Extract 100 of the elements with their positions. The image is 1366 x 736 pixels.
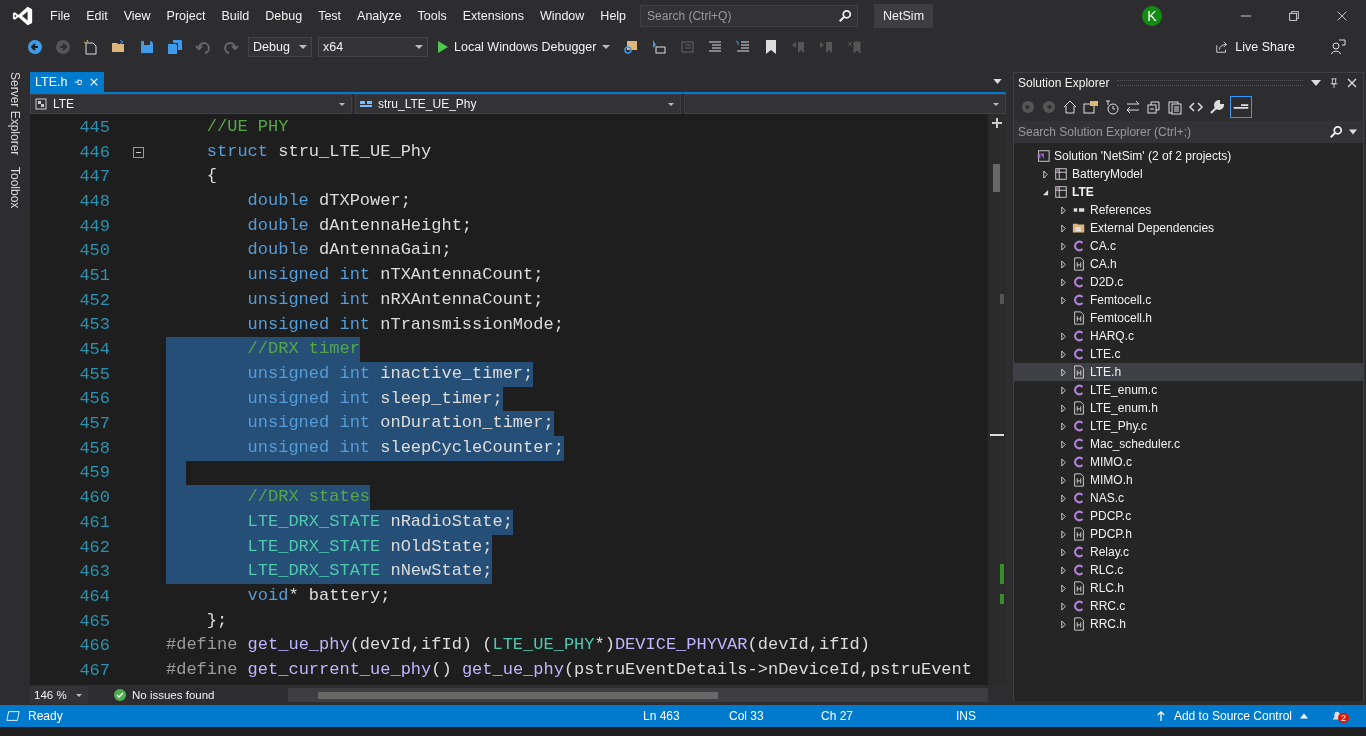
tree-item[interactable]: LTE.c <box>1014 345 1363 363</box>
start-debugger-button[interactable]: Local Windows Debugger <box>434 40 615 54</box>
zoom-dropdown[interactable]: 146 % <box>30 686 88 704</box>
search-field[interactable]: Search Solution Explorer (Ctrl+;) <box>1014 121 1363 143</box>
collapsed-arrow-icon[interactable] <box>1059 458 1067 466</box>
collapsed-arrow-icon[interactable] <box>1059 242 1067 250</box>
tree-item[interactable]: HARQ.c <box>1014 327 1363 345</box>
collapse-icon[interactable] <box>132 146 144 158</box>
tree-item[interactable]: RLC.c <box>1014 561 1363 579</box>
wrench-icon[interactable] <box>1209 99 1225 115</box>
menu-item[interactable]: File <box>44 6 77 26</box>
collapsed-arrow-icon[interactable] <box>1059 548 1067 556</box>
tree-item[interactable]: NAS.c <box>1014 489 1363 507</box>
tree-item[interactable]: External Dependencies <box>1014 219 1363 237</box>
tree-item[interactable]: BatteryModel <box>1014 165 1363 183</box>
collapsed-arrow-icon[interactable] <box>1059 404 1067 412</box>
output-window-icon[interactable] <box>6 709 20 723</box>
tree-item[interactable]: LTE <box>1014 183 1363 201</box>
document-tab[interactable]: LTE.h <box>30 72 105 92</box>
collapsed-arrow-icon[interactable] <box>1059 368 1067 376</box>
restore-icon[interactable] <box>1287 9 1301 23</box>
scope-dropdown[interactable]: stru_LTE_UE_Phy <box>355 94 681 114</box>
history-icon[interactable] <box>1104 99 1120 115</box>
collapsed-arrow-icon[interactable] <box>1059 530 1067 538</box>
menu-item[interactable]: Extensions <box>456 6 530 26</box>
collapsed-arrow-icon[interactable] <box>1059 278 1067 286</box>
tree-item[interactable]: PDCP.c <box>1014 507 1363 525</box>
tree-item[interactable]: MIMO.c <box>1014 453 1363 471</box>
close-icon[interactable] <box>1347 78 1357 88</box>
uncomment-lines-icon[interactable] <box>735 39 752 55</box>
pin-icon[interactable] <box>1329 78 1339 88</box>
new-item-icon[interactable] <box>83 39 99 55</box>
find-in-files-icon[interactable] <box>623 39 640 55</box>
menu-item[interactable]: Build <box>215 6 256 26</box>
tab-list-dropdown-icon[interactable] <box>993 79 1002 84</box>
collapsed-arrow-icon[interactable] <box>1041 170 1049 178</box>
collapsed-arrow-icon[interactable] <box>1059 224 1067 232</box>
panel-menu-icon[interactable] <box>1311 78 1321 88</box>
collapse-all-icon[interactable] <box>1146 99 1162 115</box>
menu-item[interactable]: Window <box>533 6 591 26</box>
tree-item[interactable]: LTE_enum.c <box>1014 381 1363 399</box>
save-all-icon[interactable] <box>167 39 183 55</box>
select-icon[interactable] <box>651 39 668 55</box>
collapsed-arrow-icon[interactable] <box>1059 332 1067 340</box>
preview-toggle-icon[interactable] <box>1230 96 1252 118</box>
menu-item[interactable]: Test <box>312 6 348 26</box>
collapsed-arrow-icon[interactable] <box>1059 476 1067 484</box>
collapsed-arrow-icon[interactable] <box>1059 260 1067 268</box>
user-avatar[interactable]: K <box>1142 6 1162 26</box>
vertical-scrollbar[interactable] <box>988 114 1006 685</box>
collapsed-arrow-icon[interactable] <box>1059 602 1067 610</box>
copy-files-icon[interactable] <box>1167 99 1183 115</box>
configuration-dropdown[interactable]: Debug <box>248 37 312 57</box>
tree-item[interactable]: References <box>1014 201 1363 219</box>
tree-item[interactable]: LTE.h <box>1014 363 1363 381</box>
menu-item[interactable]: Edit <box>80 6 114 26</box>
collapsed-arrow-icon[interactable] <box>1059 296 1067 304</box>
tree-item[interactable]: CA.h <box>1014 255 1363 273</box>
collapsed-arrow-icon[interactable] <box>1059 512 1067 520</box>
sync-icon[interactable] <box>1125 99 1141 115</box>
scrollbar-thumb[interactable] <box>318 692 718 699</box>
expanded-arrow-icon[interactable] <box>1041 188 1049 196</box>
scrollbar-thumb[interactable] <box>993 164 1000 192</box>
add-to-source-control-button[interactable]: Add to Source Control <box>1149 708 1314 724</box>
open-folder-icon[interactable] <box>111 39 127 55</box>
menu-item[interactable]: Tools <box>411 6 453 26</box>
collapsed-arrow-icon[interactable] <box>1059 386 1067 394</box>
side-panel-tab[interactable]: Server Explorer <box>8 72 22 156</box>
tree-item[interactable]: Relay.c <box>1014 543 1363 561</box>
tree-item[interactable]: Femtocell.h <box>1014 309 1363 327</box>
tree-item[interactable]: Solution 'NetSim' (2 of 2 projects) <box>1014 147 1363 165</box>
tree-item[interactable]: RLC.h <box>1014 579 1363 597</box>
menu-item[interactable]: View <box>117 6 157 26</box>
collapsed-arrow-icon[interactable] <box>1059 584 1067 592</box>
comment-lines-icon[interactable] <box>707 39 724 55</box>
search-field[interactable]: Search (Ctrl+Q) <box>640 5 859 27</box>
collapsed-arrow-icon[interactable] <box>1059 566 1067 574</box>
tree-item[interactable]: CA.c <box>1014 237 1363 255</box>
tree-item[interactable]: RRC.h <box>1014 615 1363 633</box>
collapsed-arrow-icon[interactable] <box>1059 440 1067 448</box>
collapsed-arrow-icon[interactable] <box>1059 620 1067 628</box>
project-dropdown[interactable]: LTE <box>30 94 352 114</box>
split-icon[interactable] <box>991 117 1003 129</box>
tree-item[interactable]: LTE_Phy.c <box>1014 417 1363 435</box>
menu-item[interactable]: Project <box>160 6 212 26</box>
tree-item[interactable]: Femtocell.c <box>1014 291 1363 309</box>
platform-dropdown[interactable]: x64 <box>318 37 428 57</box>
close-icon[interactable] <box>1335 9 1349 23</box>
side-panel-tab[interactable]: Toolbox <box>8 167 22 209</box>
collapsed-arrow-icon[interactable] <box>1059 206 1067 214</box>
switch-views-icon[interactable] <box>1083 99 1099 115</box>
home-icon[interactable] <box>1062 99 1078 115</box>
search-options-icon[interactable] <box>1349 129 1357 135</box>
collapsed-arrow-icon[interactable] <box>1059 422 1067 430</box>
feedback-icon[interactable] <box>1330 39 1346 55</box>
live-share-button[interactable]: Live Share <box>1209 39 1301 55</box>
tree-item[interactable]: MIMO.h <box>1014 471 1363 489</box>
back-icon[interactable] <box>27 39 43 55</box>
tree-item[interactable]: LTE_enum.h <box>1014 399 1363 417</box>
menu-item[interactable]: Analyze <box>351 6 408 26</box>
